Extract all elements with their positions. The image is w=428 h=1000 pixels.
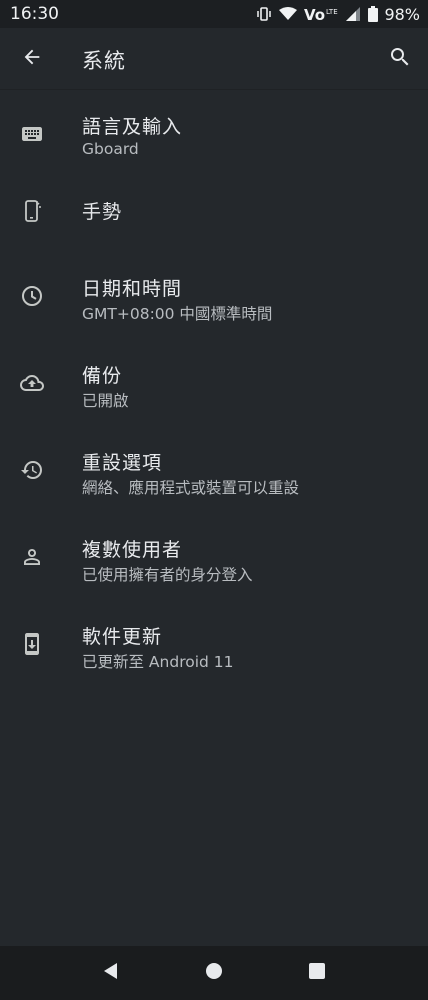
setting-subtitle: 已使用擁有者的身分登入 <box>82 566 253 584</box>
setting-title: 手勢 <box>82 201 123 223</box>
person-icon <box>20 545 44 569</box>
setting-title: 軟件更新 <box>82 626 163 648</box>
status-time: 16:30 <box>10 4 59 24</box>
setting-subtitle: 網絡、應用程式或裝置可以重設 <box>82 479 300 497</box>
setting-backup[interactable]: 備份 已開啟 <box>0 341 428 428</box>
battery-percent: 98% <box>384 4 420 24</box>
back-button[interactable] <box>18 45 46 73</box>
setting-title: 日期和時間 <box>82 278 183 300</box>
status-bar: 16:30 Vo LTE 98% <box>0 0 428 28</box>
setting-multiple-users[interactable]: 複數使用者 已使用擁有者的身分登入 <box>0 515 428 602</box>
setting-title: 備份 <box>82 365 123 387</box>
nav-recents-button[interactable] <box>297 953 337 993</box>
battery-icon <box>368 6 379 22</box>
setting-languages-input[interactable]: 語言及輸入 Gboard <box>0 92 428 179</box>
setting-gestures[interactable]: 手勢 <box>0 179 428 254</box>
keyboard-icon <box>20 122 44 146</box>
settings-list: 語言及輸入 Gboard 手勢 日期和時間 GMT+08:00 中國標準時間 備… <box>0 92 428 689</box>
setting-subtitle: GMT+08:00 中國標準時間 <box>82 305 273 323</box>
setting-subtitle: 已開啟 <box>82 392 129 410</box>
setting-reset-options[interactable]: 重設選項 網絡、應用程式或裝置可以重設 <box>0 428 428 515</box>
app-bar: 系統 <box>0 28 428 90</box>
setting-subtitle: 已更新至 Android 11 <box>82 653 234 671</box>
cloud-upload-icon <box>20 371 44 395</box>
back-triangle-icon <box>102 962 120 984</box>
nav-home-button[interactable] <box>194 953 234 993</box>
setting-subtitle: Gboard <box>82 140 139 158</box>
system-update-icon <box>20 632 44 656</box>
history-icon <box>20 458 44 482</box>
setting-date-time[interactable]: 日期和時間 GMT+08:00 中國標準時間 <box>0 254 428 341</box>
clock-icon <box>20 284 44 308</box>
signal-icon <box>344 6 362 22</box>
recents-square-icon <box>308 962 326 984</box>
arrow-back-icon <box>21 46 43 72</box>
vibrate-icon <box>256 6 272 22</box>
volte-icon: Vo LTE <box>304 6 338 22</box>
page-title: 系統 <box>82 49 126 73</box>
search-icon <box>388 45 412 73</box>
svg-text:LTE: LTE <box>326 8 338 16</box>
gesture-icon <box>20 199 44 223</box>
wifi-icon <box>278 6 298 22</box>
setting-system-update[interactable]: 軟件更新 已更新至 Android 11 <box>0 602 428 689</box>
setting-title: 複數使用者 <box>82 539 183 561</box>
setting-title: 語言及輸入 <box>82 116 183 138</box>
setting-title: 重設選項 <box>82 452 163 474</box>
home-circle-icon <box>205 962 223 984</box>
navigation-bar <box>0 946 428 1000</box>
svg-text:Vo: Vo <box>304 6 325 22</box>
status-icons: Vo LTE 98% <box>256 5 420 24</box>
search-button[interactable] <box>386 45 414 73</box>
nav-back-button[interactable] <box>91 953 131 993</box>
